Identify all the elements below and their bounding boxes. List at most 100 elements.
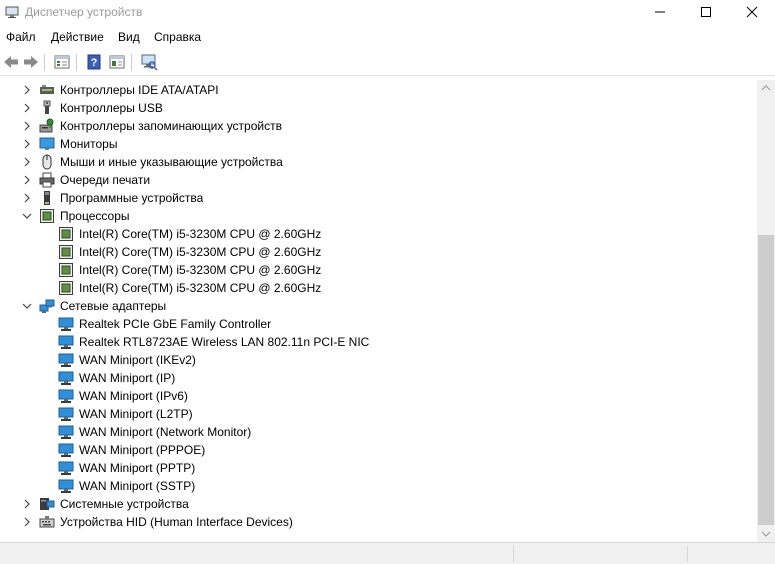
tree-node-processor-3[interactable]: Intel(R) Core(TM) i5-3230M CPU @ 2.60GHz xyxy=(0,261,757,279)
tree-node-label: Очереди печати xyxy=(60,173,151,187)
usb-icon xyxy=(39,100,55,116)
tree-node-label: Intel(R) Core(TM) i5-3230M CPU @ 2.60GHz xyxy=(79,263,322,277)
chevron-down-icon[interactable] xyxy=(21,210,33,222)
tree-node-label: Мониторы xyxy=(60,137,118,151)
back-arrow-icon[interactable] xyxy=(2,53,20,71)
tree-node-label: Устройства HID (Human Interface Devices) xyxy=(60,515,293,529)
status-bar xyxy=(0,542,775,564)
tree-node-usb-controllers[interactable]: Контроллеры USB xyxy=(0,99,757,117)
network-adapter-icon xyxy=(58,316,74,332)
chevron-right-icon[interactable] xyxy=(21,156,33,168)
tree-node-label: Контроллеры запоминающих устройств xyxy=(60,119,282,133)
chevron-right-icon[interactable] xyxy=(21,498,33,510)
tree-node-network-adapter[interactable]: WAN Miniport (Network Monitor) xyxy=(0,423,757,441)
mouse-icon xyxy=(39,154,55,170)
tree-node-system-devices[interactable]: Системные устройства xyxy=(0,495,757,513)
chevron-right-icon[interactable] xyxy=(21,138,33,150)
tree-node-mice[interactable]: Мыши и иные указывающие устройства xyxy=(0,153,757,171)
tree-node-network-adapter[interactable]: WAN Miniport (L2TP) xyxy=(0,405,757,423)
processor-icon xyxy=(58,280,74,296)
tree-node-software-devices[interactable]: Программные устройства xyxy=(0,189,757,207)
network-adapter-icon xyxy=(58,442,74,458)
tree-node-label: Intel(R) Core(TM) i5-3230M CPU @ 2.60GHz xyxy=(79,227,322,241)
tree-node-label: Контроллеры IDE ATA/ATAPI xyxy=(60,83,219,97)
ide-controller-icon xyxy=(39,82,55,98)
network-adapter-icon xyxy=(58,460,74,476)
tree-node-label: Процессоры xyxy=(60,209,130,223)
tree-node-network-adapter[interactable]: Realtek PCIe GbE Family Controller xyxy=(0,315,757,333)
storage-controller-icon xyxy=(39,118,55,134)
tree-node-processors[interactable]: Процессоры xyxy=(0,207,757,225)
processor-icon xyxy=(58,226,74,242)
tree-node-label: Программные устройства xyxy=(60,191,204,205)
tree-node-label: Realtek RTL8723AE Wireless LAN 802.11n P… xyxy=(79,335,370,349)
menu-file[interactable]: Файл xyxy=(6,30,36,44)
tree-node-network-adapter[interactable]: WAN Miniport (SSTP) xyxy=(0,477,757,495)
toolbar-separator xyxy=(131,54,132,71)
scan-hardware-icon[interactable] xyxy=(140,53,158,71)
tree-node-processor-2[interactable]: Intel(R) Core(TM) i5-3230M CPU @ 2.60GHz xyxy=(0,243,757,261)
tree-node-ide-controllers[interactable]: Контроллеры IDE ATA/ATAPI xyxy=(0,81,757,99)
vertical-scrollbar[interactable] xyxy=(757,80,775,542)
minimize-button[interactable] xyxy=(637,0,683,24)
chevron-right-icon[interactable] xyxy=(21,84,33,96)
tree-node-label: Сетевые адаптеры xyxy=(60,299,167,313)
software-device-icon xyxy=(39,190,55,206)
network-adapter-icon xyxy=(58,424,74,440)
tree-node-network-adapter[interactable]: WAN Miniport (IPv6) xyxy=(0,387,757,405)
network-adapter-icon xyxy=(58,370,74,386)
processor-icon xyxy=(58,262,74,278)
tree-node-print-queues[interactable]: Очереди печати xyxy=(0,171,757,189)
tree-node-network-adapter[interactable]: Realtek RTL8723AE Wireless LAN 802.11n P… xyxy=(0,333,757,351)
menu-action[interactable]: Действие xyxy=(51,30,104,44)
help-icon[interactable]: ? xyxy=(85,53,103,71)
tree-node-label: WAN Miniport (L2TP) xyxy=(79,407,193,421)
status-panel xyxy=(513,546,687,562)
tree-node-label: Intel(R) Core(TM) i5-3230M CPU @ 2.60GHz xyxy=(79,245,322,259)
tree-node-network-adapters[interactable]: Сетевые адаптеры xyxy=(0,297,757,315)
title-bar[interactable]: Диспетчер устройств xyxy=(0,0,775,24)
network-adapter-icon xyxy=(58,388,74,404)
hid-keyboard-icon xyxy=(39,514,55,530)
tree-node-label: WAN Miniport (SSTP) xyxy=(79,479,196,493)
tree-node-network-adapter[interactable]: WAN Miniport (PPPOE) xyxy=(0,441,757,459)
scroll-up-arrow-icon[interactable] xyxy=(757,80,775,97)
scroll-down-arrow-icon[interactable] xyxy=(757,525,775,542)
network-adapter-icon xyxy=(58,478,74,494)
chevron-right-icon[interactable] xyxy=(21,120,33,132)
tree-node-label: Контроллеры USB xyxy=(60,101,163,115)
view-grid-icon[interactable] xyxy=(108,53,126,71)
tree-node-network-adapter[interactable]: WAN Miniport (PPTP) xyxy=(0,459,757,477)
chevron-right-icon[interactable] xyxy=(21,192,33,204)
properties-icon[interactable] xyxy=(53,53,71,71)
forward-arrow-icon[interactable] xyxy=(22,53,40,71)
chevron-right-icon[interactable] xyxy=(21,102,33,114)
chevron-down-icon[interactable] xyxy=(21,300,33,312)
tree-node-label: Intel(R) Core(TM) i5-3230M CPU @ 2.60GHz xyxy=(79,281,322,295)
tree-node-hid-devices[interactable]: Устройства HID (Human Interface Devices) xyxy=(0,513,757,531)
tree-node-label: Мыши и иные указывающие устройства xyxy=(60,155,283,169)
menu-help[interactable]: Справка xyxy=(154,30,201,44)
maximize-button[interactable] xyxy=(683,0,729,24)
menu-view[interactable]: Вид xyxy=(118,30,140,44)
processor-icon xyxy=(58,244,74,260)
chevron-right-icon[interactable] xyxy=(21,174,33,186)
tree-node-processor-1[interactable]: Intel(R) Core(TM) i5-3230M CPU @ 2.60GHz xyxy=(0,225,757,243)
tree-node-storage-controllers[interactable]: Контроллеры запоминающих устройств xyxy=(0,117,757,135)
toolbar-separator xyxy=(44,54,45,71)
processor-icon xyxy=(39,208,55,224)
scrollbar-thumb[interactable] xyxy=(758,235,774,525)
tree-node-label: WAN Miniport (IP) xyxy=(79,371,176,385)
monitor-icon xyxy=(39,136,55,152)
tree-node-network-adapter[interactable]: WAN Miniport (IP) xyxy=(0,369,757,387)
chevron-right-icon[interactable] xyxy=(21,516,33,528)
window-title: Диспетчер устройств xyxy=(25,5,143,19)
device-manager-icon xyxy=(5,5,19,19)
tree-node-network-adapter[interactable]: WAN Miniport (IKEv2) xyxy=(0,351,757,369)
tree-node-processor-4[interactable]: Intel(R) Core(TM) i5-3230M CPU @ 2.60GHz xyxy=(0,279,757,297)
tree-node-label: WAN Miniport (Network Monitor) xyxy=(79,425,252,439)
tree-node-label: WAN Miniport (PPPOE) xyxy=(79,443,206,457)
close-button[interactable] xyxy=(729,0,775,24)
tree-node-monitors[interactable]: Мониторы xyxy=(0,135,757,153)
toolbar-separator xyxy=(76,54,77,71)
